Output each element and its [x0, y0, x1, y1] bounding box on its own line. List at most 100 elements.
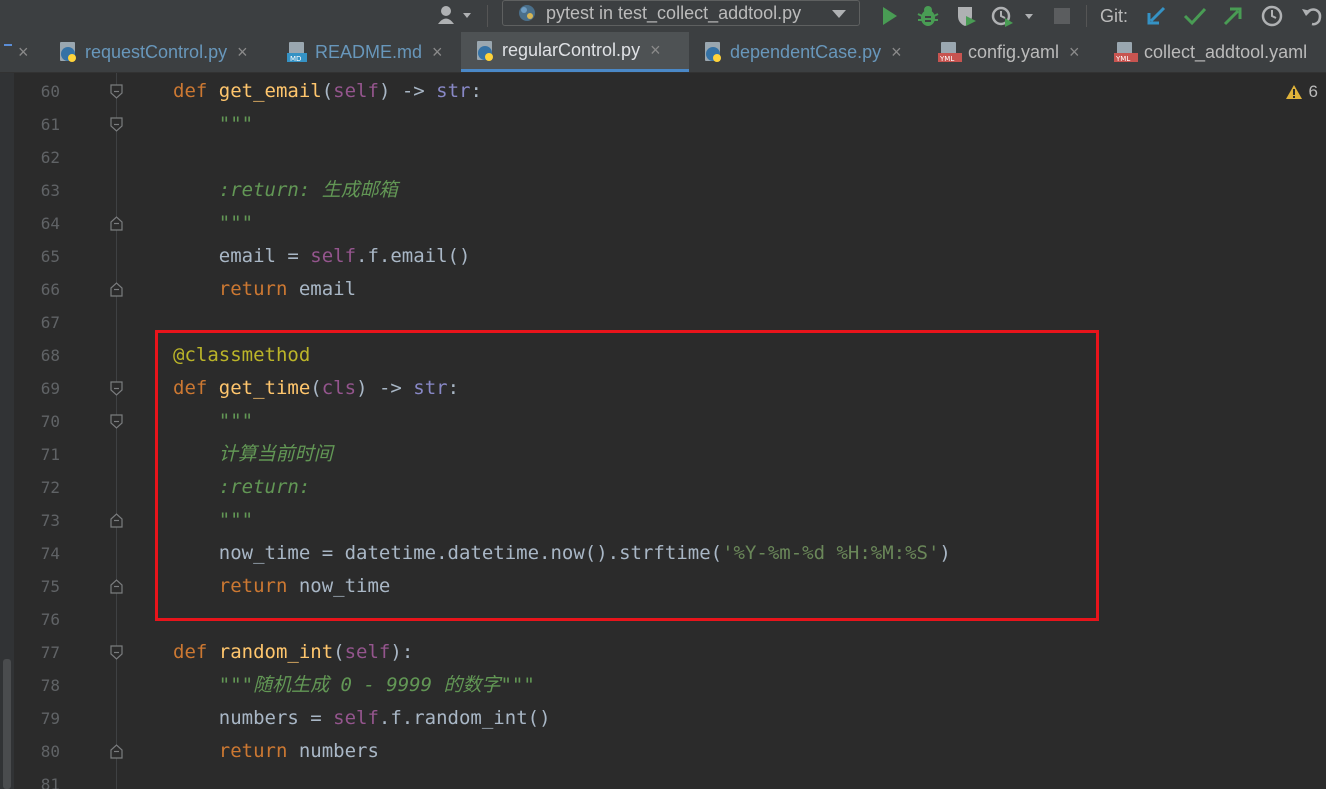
tab-close-button[interactable]: ×: [891, 42, 902, 63]
line-number[interactable]: 81: [20, 768, 60, 789]
line-number[interactable]: 70: [20, 405, 60, 438]
fold-end-icon[interactable]: [110, 513, 123, 528]
tab-readme[interactable]: MD README.md ×: [286, 32, 443, 72]
fold-end-icon[interactable]: [110, 282, 123, 297]
line-number[interactable]: 75: [20, 570, 60, 603]
line-number[interactable]: 61: [20, 108, 60, 141]
git-update-button[interactable]: [1145, 0, 1167, 32]
tab-close-button[interactable]: ×: [18, 42, 29, 63]
line-number[interactable]: 69: [20, 372, 60, 405]
tab-dependentcase[interactable]: dependentCase.py ×: [703, 32, 902, 72]
fold-end-icon[interactable]: [110, 744, 123, 759]
code-line[interactable]: 63 :return: 生成邮箱: [0, 174, 1326, 207]
code-editor[interactable]: 60 def get_email(self) -> str: 61 """ 62 63 …: [0, 73, 1326, 789]
line-number[interactable]: 68: [20, 339, 60, 372]
line-number[interactable]: 65: [20, 240, 60, 273]
code-line[interactable]: 64 """: [0, 207, 1326, 240]
line-number[interactable]: 62: [20, 141, 60, 174]
tab-label: dependentCase.py: [730, 41, 882, 62]
code-token: self: [310, 245, 357, 267]
fold-collapse-icon[interactable]: [110, 414, 123, 429]
line-number[interactable]: 63: [20, 174, 60, 207]
tab-config-yaml[interactable]: YML config.yaml ×: [937, 32, 1080, 72]
git-push-button[interactable]: [1222, 0, 1244, 32]
code-text[interactable]: """: [173, 108, 253, 141]
play-icon: [883, 7, 897, 25]
fold-end-icon[interactable]: [110, 216, 123, 231]
code-line[interactable]: 78 """随机生成 0 - 9999 的数字""": [0, 669, 1326, 702]
profile-button[interactable]: [990, 0, 1034, 32]
tab-label: collect_addtool.yaml: [1144, 41, 1308, 62]
code-token: numbers: [298, 740, 379, 762]
code-line[interactable]: 79 numbers = self.f.random_int(): [0, 702, 1326, 735]
code-line[interactable]: 66 return email: [0, 273, 1326, 306]
git-history-button[interactable]: [1260, 0, 1284, 32]
code-text[interactable]: :return: 生成邮箱: [173, 174, 398, 207]
account-menu-button[interactable]: [437, 0, 477, 32]
inspection-warnings-indicator[interactable]: 6: [1285, 82, 1318, 102]
line-number[interactable]: 71: [20, 438, 60, 471]
tab-close-button[interactable]: ×: [1069, 42, 1080, 63]
line-number[interactable]: 66: [20, 273, 60, 306]
git-rollback-button[interactable]: [1300, 0, 1324, 32]
toolbar-separator: [1086, 0, 1087, 32]
python-test-icon: [519, 5, 535, 21]
tab-collect-addtool-yaml[interactable]: YML collect_addtool.yaml: [1113, 32, 1307, 72]
code-text[interactable]: numbers = self.f.random_int(): [173, 702, 551, 735]
code-token: email =: [173, 245, 311, 267]
line-number[interactable]: 77: [20, 636, 60, 669]
git-commit-button[interactable]: [1183, 0, 1207, 32]
code-text[interactable]: """: [173, 207, 253, 240]
tab-close-button[interactable]: ×: [237, 42, 248, 63]
code-text[interactable]: return numbers: [173, 735, 379, 768]
code-text[interactable]: def random_int(self):: [173, 636, 413, 669]
line-number[interactable]: 74: [20, 537, 60, 570]
line-number[interactable]: 67: [20, 306, 60, 339]
fold-end-icon[interactable]: [110, 579, 123, 594]
debug-button[interactable]: [916, 0, 940, 32]
line-number[interactable]: 60: [20, 75, 60, 108]
code-text[interactable]: def get_email(self) -> str:: [173, 75, 482, 108]
tab-overflow[interactable]: ×: [0, 32, 50, 72]
code-line[interactable]: 62: [0, 141, 1326, 174]
fold-collapse-icon[interactable]: [110, 117, 123, 132]
line-number[interactable]: 76: [20, 603, 60, 636]
tab-label: requestControl.py: [85, 41, 228, 62]
stop-button[interactable]: [1053, 0, 1071, 32]
code-line[interactable]: 60 def get_email(self) -> str:: [0, 75, 1326, 108]
run-button[interactable]: [878, 0, 900, 32]
code-text[interactable]: return email: [173, 273, 356, 306]
code-line[interactable]: 77 def random_int(self):: [0, 636, 1326, 669]
code-token: self: [333, 80, 379, 102]
code-text[interactable]: """随机生成 0 - 9999 的数字""": [173, 669, 535, 702]
line-number[interactable]: 73: [20, 504, 60, 537]
code-line[interactable]: 81: [0, 768, 1326, 789]
line-number[interactable]: 80: [20, 735, 60, 768]
code-line[interactable]: 65 email = self.f.email(): [0, 240, 1326, 273]
code-token: (: [333, 641, 345, 663]
line-number[interactable]: 72: [20, 471, 60, 504]
run-configuration-selector[interactable]: pytest in test_collect_addtool.py: [502, 0, 860, 26]
code-token: ) ->: [378, 80, 437, 102]
line-number[interactable]: 64: [20, 207, 60, 240]
tab-label: README.md: [315, 41, 423, 62]
tab-regularcontrol[interactable]: regularControl.py ×: [461, 32, 689, 72]
code-token: random_int: [218, 641, 334, 663]
fold-collapse-icon[interactable]: [110, 84, 123, 99]
code-token: self: [333, 707, 379, 729]
python-file-icon: [705, 42, 721, 62]
yaml-file-icon: YML: [1114, 42, 1138, 63]
code-text[interactable]: email = self.f.email(): [173, 240, 471, 273]
fold-collapse-icon[interactable]: [110, 381, 123, 396]
run-with-coverage-button[interactable]: [954, 0, 978, 32]
line-number[interactable]: 79: [20, 702, 60, 735]
code-line[interactable]: 80 return numbers: [0, 735, 1326, 768]
code-token: ):: [390, 641, 414, 663]
line-number[interactable]: 78: [20, 669, 60, 702]
tab-label: config.yaml: [968, 41, 1060, 62]
tab-requestcontrol[interactable]: requestControl.py ×: [58, 32, 248, 72]
tab-close-button[interactable]: ×: [432, 42, 443, 63]
code-line[interactable]: 61 """: [0, 108, 1326, 141]
fold-collapse-icon[interactable]: [110, 645, 123, 660]
tab-close-button[interactable]: ×: [650, 40, 661, 61]
